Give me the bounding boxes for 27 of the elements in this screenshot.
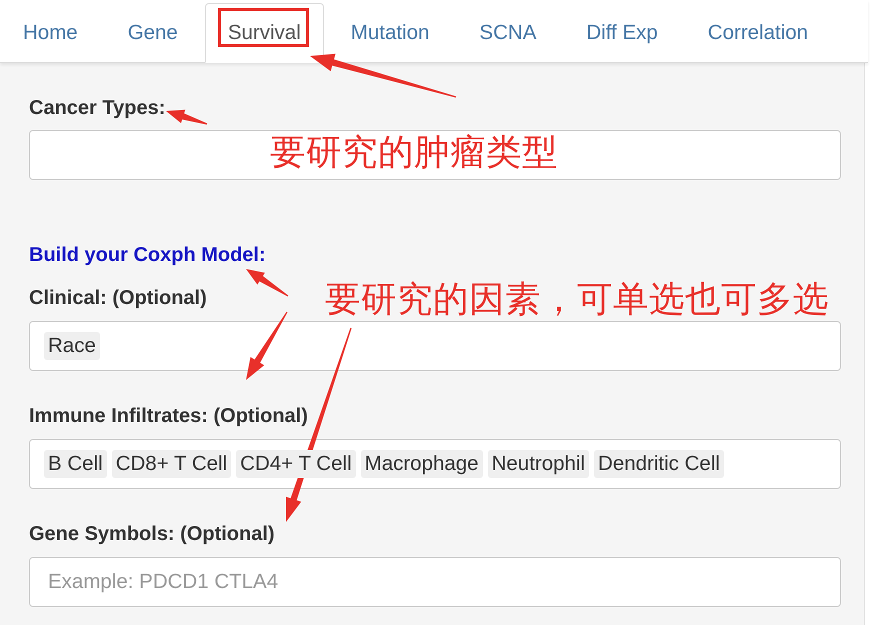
- field-label: Clinical: (Optional): [29, 286, 207, 310]
- selected-tag[interactable]: B Cell: [44, 450, 107, 478]
- multi-select-field[interactable]: Race: [29, 321, 841, 371]
- selected-tag[interactable]: Race: [44, 332, 100, 360]
- annotation-arrow: [246, 269, 288, 296]
- nav-tab[interactable]: Gene: [104, 3, 201, 63]
- nav-tab[interactable]: Survival: [204, 3, 324, 63]
- selected-tag[interactable]: CD4+ T Cell: [236, 450, 356, 478]
- selected-tag[interactable]: CD8+ T Cell: [112, 450, 232, 478]
- nav-tab[interactable]: Home: [0, 3, 101, 63]
- selected-tag[interactable]: Dendritic Cell: [594, 450, 724, 478]
- nav-tab[interactable]: Diff Exp: [563, 3, 681, 63]
- multi-select-field[interactable]: B Cell CD8+ T Cell CD4+ T Cell Macrophage Neutrophil Dendritic Cell: [29, 439, 841, 489]
- field-label: Cancer Types:: [29, 96, 166, 120]
- text-input-field[interactable]: Example: PDCD1 CTLA4: [29, 557, 841, 607]
- cancer-types-field[interactable]: [29, 130, 841, 180]
- section-heading: Build your Coxph Model:: [29, 243, 266, 267]
- field-label: Gene Symbols: (Optional): [29, 522, 275, 546]
- nav-tab[interactable]: Correlation: [684, 3, 832, 63]
- selected-tag[interactable]: Neutrophil: [488, 450, 590, 478]
- annotation-text: 要研究的肿瘤类型: [270, 131, 558, 174]
- annotation-arrow: [166, 110, 208, 125]
- nav-tab[interactable]: SCNA: [456, 3, 560, 63]
- field-label: Immune Infiltrates: (Optional): [29, 404, 308, 428]
- selected-tag[interactable]: Macrophage: [360, 450, 483, 478]
- annotation-text: 要研究的因素，可单选也可多选: [325, 278, 829, 321]
- nav-tab[interactable]: Mutation: [328, 3, 452, 63]
